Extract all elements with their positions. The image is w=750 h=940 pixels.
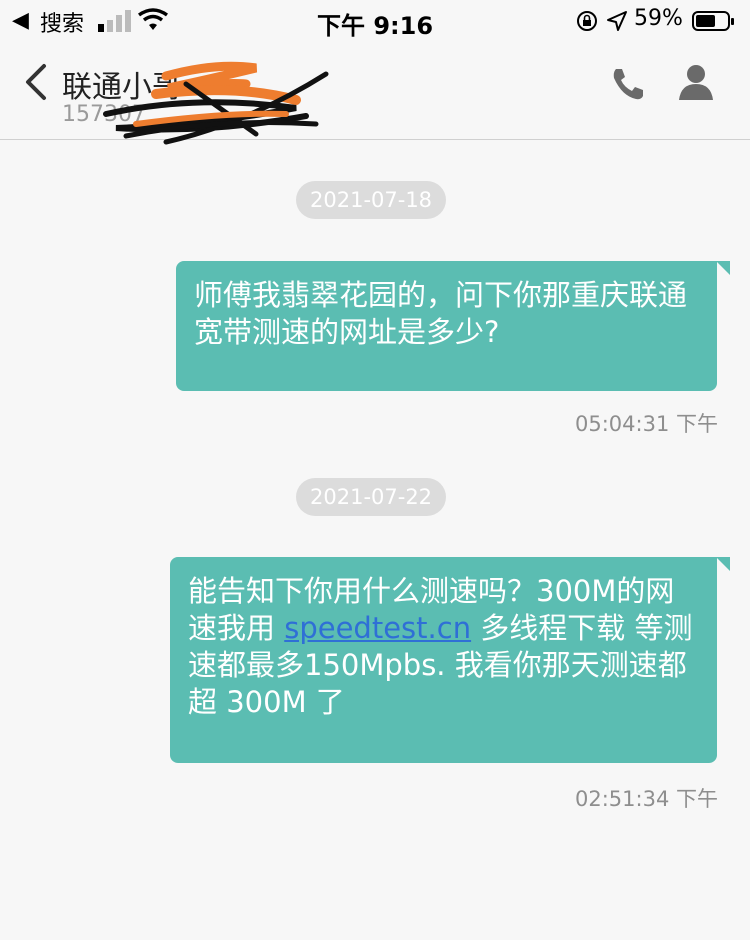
conversation-header: 联通小哥 157307 (0, 44, 750, 145)
battery-percentage: 59% (634, 6, 683, 31)
orientation-lock-icon (577, 11, 597, 31)
contact-profile-icon[interactable] (676, 62, 716, 102)
battery-icon (692, 11, 734, 31)
date-separator: 2021-07-18 (296, 181, 447, 219)
message-bubble[interactable]: 能告知下你用什么测速吗？300M的网速我用 speedtest.cn 多线程下载… (170, 557, 717, 763)
speedtest-link[interactable]: speedtest.cn (284, 611, 471, 645)
phone-icon[interactable] (610, 66, 646, 102)
message-timestamp: 05:04:31 下午 (575, 412, 718, 436)
message-bubble[interactable]: 师傅我翡翠花园的，问下你那重庆联通宽带测速的网址是多少? (176, 261, 717, 391)
message-timestamp: 02:51:34 下午 (575, 787, 718, 811)
back-chevron-icon[interactable] (22, 62, 52, 102)
message-text: 师傅我翡翠花园的，问下你那重庆联通宽带测速的网址是多少? (194, 278, 688, 349)
status-bar: ◀ 搜索 下午 9:16 59% (0, 0, 750, 42)
redaction-scribble (103, 61, 329, 145)
date-separator: 2021-07-22 (296, 478, 447, 516)
location-arrow-icon (607, 11, 627, 31)
